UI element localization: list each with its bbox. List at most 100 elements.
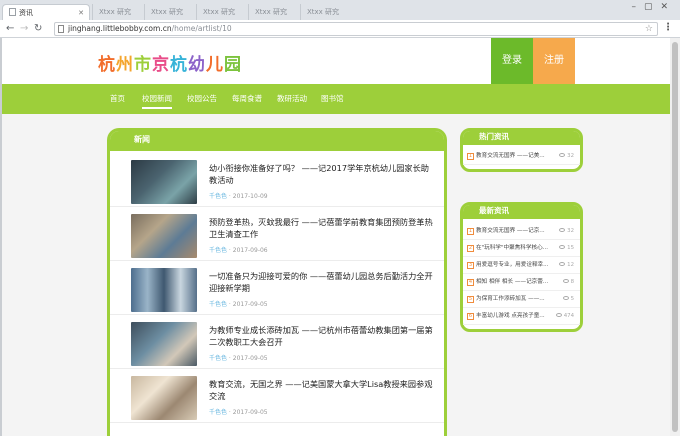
news-item[interactable]: 幼小衔接你准备好了吗？ ——记2017学年京杭幼儿园家长助教活动 千色色 · 2… xyxy=(110,153,444,207)
browser-tab[interactable]: Xtxx 研究 xyxy=(300,4,350,20)
site-logo[interactable]: 杭州市京杭幼儿园 xyxy=(98,50,242,75)
eye-icon xyxy=(562,279,569,283)
browser-tab[interactable]: Xtxx 研究 xyxy=(92,4,142,20)
eye-icon xyxy=(562,296,569,300)
news-thumbnail[interactable] xyxy=(131,376,197,420)
news-title[interactable]: 一切准备只为迎接可爱的你 ——蓓蕾幼儿园总务后勤活力全开迎接新学期 xyxy=(209,270,434,294)
site-header: 杭州市京杭幼儿园 登录 注册 xyxy=(2,38,670,84)
view-count: 8 xyxy=(562,274,574,290)
latest-news-box: 最新资讯 1 教育交流无国界 ——记京... 32 2 在"玩科学"中聚焦科学核… xyxy=(460,202,583,332)
latest-news-item[interactable]: 4 相知 相伴 相长 ——记京蕾... 8 xyxy=(463,274,580,291)
latest-news-text[interactable]: 用爱逗号专业，用爱诠释幸... xyxy=(476,262,548,268)
latest-news-item[interactable]: 1 教育交流无国界 ——记京... 32 xyxy=(463,223,580,240)
latest-news-text[interactable]: 相知 相伴 相长 ——记京蕾... xyxy=(476,279,548,285)
latest-news-text[interactable]: 在"玩科学"中聚焦科学核心... xyxy=(476,245,548,251)
nav-campus-notice[interactable]: 校园公告 xyxy=(187,84,217,114)
news-meta: 千色色 · 2017-10-09 xyxy=(209,193,268,200)
news-title[interactable]: 幼小衔接你准备好了吗？ ——记2017学年京杭幼儿园家长助教活动 xyxy=(209,162,434,186)
news-thumbnail[interactable] xyxy=(131,268,197,312)
news-meta: 千色色 · 2017-09-06 xyxy=(209,247,268,254)
news-title[interactable]: 教育交流，无国之界 ——记美国蒙大拿大学Lisa教授来园参观交流 xyxy=(209,378,434,402)
bookmark-star-icon[interactable]: ☆ xyxy=(645,23,653,35)
news-meta: 千色色 · 2017-09-05 xyxy=(209,355,268,362)
latest-news-item[interactable]: 2 在"玩科学"中聚焦科学核心... 15 xyxy=(463,240,580,257)
latest-news-text[interactable]: 丰富幼儿游戏 点亮孩子童... xyxy=(476,313,545,319)
hot-news-title: 热门资讯 xyxy=(463,131,580,145)
forward-arrow-icon[interactable]: → xyxy=(20,22,28,36)
back-arrow-icon[interactable]: ← xyxy=(6,22,14,36)
eye-icon xyxy=(559,245,566,249)
hot-news-box: 热门资讯 1 教育交流无国界 ——记美... 32 xyxy=(460,128,583,172)
page-viewport: 杭州市京杭幼儿园 登录 注册 首页 校园新闻 校园公告 每周食谱 教研活动 图书… xyxy=(0,38,680,436)
nav-library[interactable]: 图书馆 xyxy=(321,84,344,114)
hot-news-text[interactable]: 教育交流无国界 ——记美... xyxy=(476,153,545,159)
news-thumbnail[interactable] xyxy=(131,322,197,366)
url-path: /home/artlist/10 xyxy=(171,24,232,33)
nav-research[interactable]: 教研活动 xyxy=(277,84,307,114)
news-panel-title: 新闻 xyxy=(110,131,444,151)
news-date: 2017-09-05 xyxy=(232,409,268,416)
browser-menu-icon[interactable]: ⋮ xyxy=(663,22,673,33)
address-bar[interactable]: jinghang.littlebobby.com.cn/home/artlist… xyxy=(54,22,658,36)
latest-news-item[interactable]: 6 丰富幼儿游戏 点亮孩子童... 474 xyxy=(463,308,580,325)
news-title[interactable]: 为教师专业成长添砖加瓦 ——记杭州市蓓蕾幼教集团第一届第二次教职工大会召开 xyxy=(209,324,434,348)
hot-news-item[interactable]: 1 教育交流无国界 ——记美... 32 xyxy=(463,148,580,165)
page-icon xyxy=(9,8,16,16)
latest-news-item[interactable]: 3 用爱逗号专业，用爱诠释幸... 12 xyxy=(463,257,580,274)
page-scrollbar[interactable] xyxy=(670,38,680,436)
browser-tab[interactable]: Xtxx 研究 xyxy=(196,4,246,20)
register-button[interactable]: 注册 xyxy=(533,38,575,84)
nav-weekly-menu[interactable]: 每周食谱 xyxy=(232,84,262,114)
rank-badge: 3 xyxy=(467,262,474,269)
rank-badge: 1 xyxy=(467,228,474,235)
news-date: 2017-09-05 xyxy=(232,355,268,362)
news-item[interactable]: 预防登革热，灭蚊我最行 ——记蓓蕾学前教育集团预防登革热卫生清查工作 千色色 ·… xyxy=(110,207,444,261)
latest-news-item[interactable]: 5 为保育工作添砖加瓦 ——... 5 xyxy=(463,291,580,308)
news-date: 2017-09-05 xyxy=(232,301,268,308)
view-count: 32 xyxy=(559,223,574,239)
news-category[interactable]: 千色色 xyxy=(209,409,227,416)
nav-campus-news[interactable]: 校园新闻 xyxy=(142,84,172,114)
news-category[interactable]: 千色色 xyxy=(209,355,227,362)
reload-icon[interactable]: ↻ xyxy=(34,22,42,36)
eye-icon xyxy=(559,262,566,266)
view-count: 474 xyxy=(555,308,574,324)
eye-icon xyxy=(559,153,566,157)
browser-tab[interactable]: Xtxx 研究 xyxy=(144,4,194,20)
scrollbar-thumb[interactable] xyxy=(672,42,678,432)
window-controls[interactable]: –▢✕ xyxy=(631,2,676,12)
browser-toolbar: ← → ↻ jinghang.littlebobby.com.cn/home/a… xyxy=(0,20,680,38)
news-meta: 千色色 · 2017-09-05 xyxy=(209,301,268,308)
eye-icon xyxy=(555,313,562,317)
news-item[interactable]: 为教师专业成长添砖加瓦 ——记杭州市蓓蕾幼教集团第一届第二次教职工大会召开 千色… xyxy=(110,315,444,369)
latest-news-text[interactable]: 为保育工作添砖加瓦 ——... xyxy=(476,296,545,302)
news-item[interactable]: 一切准备只为迎接可爱的你 ——蓓蕾幼儿园总务后勤活力全开迎接新学期 千色色 · … xyxy=(110,261,444,315)
tab-title: 资讯 xyxy=(19,9,33,17)
rank-badge: 2 xyxy=(467,245,474,252)
browser-tab[interactable]: Xtxx 研究 xyxy=(248,4,298,20)
latest-news-title: 最新资讯 xyxy=(463,205,580,219)
login-button[interactable]: 登录 xyxy=(491,38,533,84)
url-host: jinghang.littlebobby.com.cn xyxy=(68,24,172,33)
news-title[interactable]: 预防登革热，灭蚊我最行 ——记蓓蕾学前教育集团预防登革热卫生清查工作 xyxy=(209,216,434,240)
news-category[interactable]: 千色色 xyxy=(209,247,227,254)
eye-icon xyxy=(559,228,566,232)
page-info-icon[interactable] xyxy=(58,25,64,33)
news-date: 2017-09-06 xyxy=(232,247,268,254)
browser-tab-active[interactable]: 资讯 ✕ xyxy=(2,4,90,20)
news-category[interactable]: 千色色 xyxy=(209,193,227,200)
news-panel: 新闻 幼小衔接你准备好了吗？ ——记2017学年京杭幼儿园家长助教活动 千色色 … xyxy=(107,128,447,436)
nav-home[interactable]: 首页 xyxy=(110,84,125,114)
rank-badge: 6 xyxy=(467,313,474,320)
view-count: 32 xyxy=(559,148,574,164)
news-thumbnail[interactable] xyxy=(131,214,197,258)
news-item[interactable]: 教育交流，无国之界 ——记美国蒙大拿大学Lisa教授来园参观交流 千色色 · 2… xyxy=(110,369,444,423)
latest-news-text[interactable]: 教育交流无国界 ——记京... xyxy=(476,228,545,234)
rank-badge: 1 xyxy=(467,153,474,160)
news-category[interactable]: 千色色 xyxy=(209,301,227,308)
main-nav: 首页 校园新闻 校园公告 每周食谱 教研活动 图书馆 xyxy=(2,84,670,114)
news-date: 2017-10-09 xyxy=(232,193,268,200)
news-meta: 千色色 · 2017-09-05 xyxy=(209,409,268,416)
close-tab-icon[interactable]: ✕ xyxy=(78,5,84,21)
news-thumbnail[interactable] xyxy=(131,160,197,204)
